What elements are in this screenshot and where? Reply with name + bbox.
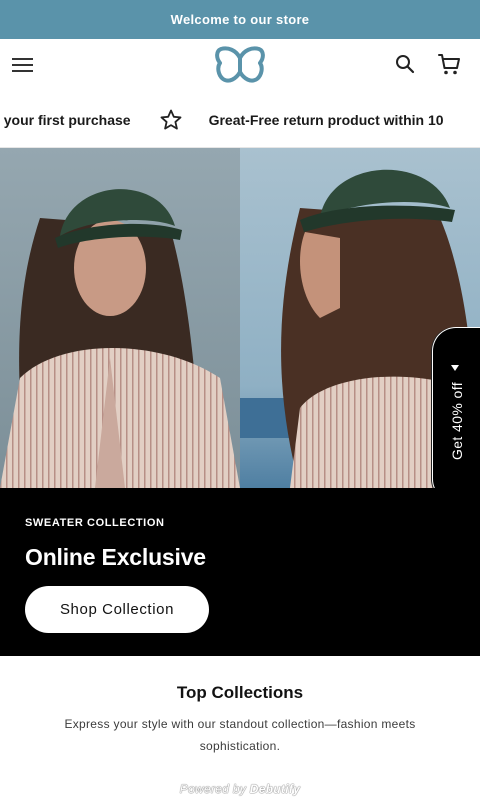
hero-photo	[0, 148, 480, 488]
discount-side-tab[interactable]: Get 40% off	[432, 327, 480, 503]
discount-tab-label: Get 40% off	[449, 381, 465, 461]
shop-collection-button[interactable]: Shop Collection	[25, 586, 209, 633]
powered-by[interactable]: Powered by Debutify	[0, 782, 480, 796]
caret-up-icon	[451, 365, 459, 371]
search-icon[interactable]	[393, 52, 417, 76]
hero-image	[0, 148, 480, 488]
marquee-item: Great-Free return product within 10	[208, 111, 444, 128]
promo-eyebrow: SWEATER COLLECTION	[25, 517, 165, 529]
site-header	[0, 39, 480, 91]
marquee-track: off your first purchase Great-Free retur…	[0, 91, 444, 147]
marquee-item: off your first purchase	[0, 111, 131, 128]
announcement-text: Welcome to our store	[170, 12, 310, 27]
promo-heading: Online Exclusive	[25, 544, 206, 570]
butterfly-logo-icon[interactable]	[214, 46, 266, 84]
powered-prefix: Powered by	[179, 782, 247, 796]
hamburger-menu-icon[interactable]	[12, 54, 34, 76]
announcement-bar: Welcome to our store	[0, 0, 480, 39]
promo-banner: SWEATER COLLECTION Online Exclusive Shop…	[0, 488, 480, 656]
promo-marquee: off your first purchase Great-Free retur…	[0, 91, 480, 148]
collections-title: Top Collections	[176, 683, 304, 702]
cart-icon[interactable]	[436, 51, 462, 77]
powered-brand: Debutify	[249, 782, 301, 796]
collections-description: Express your style with our standout col…	[64, 717, 416, 753]
star-icon	[160, 109, 181, 129]
